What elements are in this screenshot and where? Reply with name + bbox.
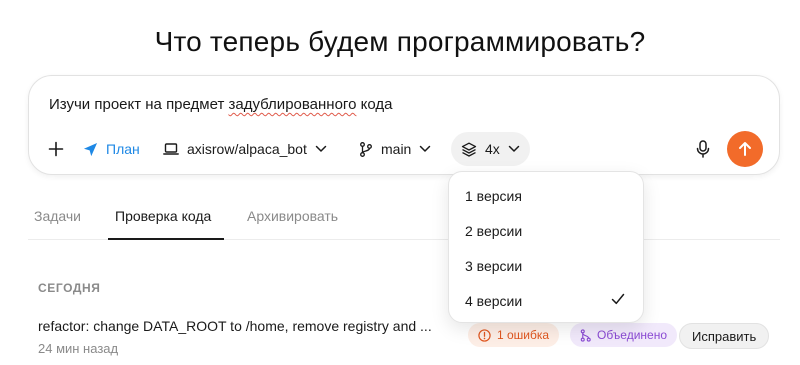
chevron-down-icon [508, 145, 520, 153]
active-tab-indicator [108, 238, 224, 240]
checkmark-icon [611, 293, 625, 305]
task-title[interactable]: refactor: change DATA_ROOT to /home, rem… [38, 318, 432, 334]
task-list-item[interactable]: refactor: change DATA_ROOT to /home, rem… [28, 310, 780, 360]
prompt-misspelled-word: задублированного [228, 96, 357, 113]
prompt-text-end: кода [356, 96, 393, 113]
prompt-composer: Изучи проект на предмет задублированного… [28, 75, 780, 175]
branch-icon [359, 141, 373, 157]
merged-badge-label: Объединено [597, 328, 668, 342]
merged-badge: Объединено [570, 323, 678, 347]
versions-label: 4x [485, 141, 500, 157]
version-option-1[interactable]: 1 версия [449, 178, 643, 213]
version-option-2[interactable]: 2 версии [449, 213, 643, 248]
merge-icon [580, 328, 591, 342]
chevron-down-icon [315, 145, 327, 153]
plan-label: План [106, 141, 140, 157]
tab-tasks[interactable]: Задачи [34, 208, 81, 224]
composer-toolbar: План axisrow/alpaca_bot main 4x [29, 131, 779, 167]
microphone-icon [696, 140, 710, 158]
fix-button[interactable]: Исправить [679, 323, 770, 349]
version-option-4[interactable]: 4 версии [449, 283, 643, 318]
prompt-text-start: Изучи проект на предмет [49, 96, 229, 113]
version-option-label: 1 версия [465, 187, 522, 204]
send-button[interactable] [727, 131, 763, 167]
repo-selector[interactable]: axisrow/alpaca_bot [163, 132, 327, 166]
versions-selector[interactable]: 4x [451, 132, 530, 166]
version-option-3[interactable]: 3 версии [449, 248, 643, 283]
arrow-up-icon [737, 141, 753, 157]
version-option-label: 2 версии [465, 222, 523, 239]
tab-archive[interactable]: Архивировать [247, 208, 338, 224]
plan-mode-button[interactable]: План [83, 132, 140, 166]
plan-arrow-icon [83, 142, 98, 157]
version-option-label: 3 версии [465, 257, 523, 274]
versions-dropdown-menu: 1 версия 2 версии 3 версии 4 версии [448, 171, 644, 323]
page-title: Что теперь будем программировать? [154, 26, 646, 57]
layers-icon [461, 142, 477, 157]
laptop-icon [163, 142, 179, 156]
chevron-down-icon [419, 145, 431, 153]
tab-code-review[interactable]: Проверка кода [115, 208, 211, 224]
section-header-today: СЕГОДНЯ [38, 281, 101, 295]
plus-icon [48, 141, 64, 157]
repo-label: axisrow/alpaca_bot [187, 141, 307, 157]
info-circle-icon [478, 328, 491, 342]
branch-label: main [381, 141, 412, 157]
add-attachment-button[interactable] [45, 132, 67, 166]
voice-input-button[interactable] [691, 132, 715, 166]
prompt-input[interactable]: Изучи проект на предмет задублированного… [49, 96, 392, 113]
branch-selector[interactable]: main [359, 132, 431, 166]
tab-bar: Задачи Проверка кода Архивировать [28, 196, 780, 240]
error-badge-label: 1 ошибка [497, 328, 550, 342]
version-option-label: 4 версии [465, 292, 523, 309]
task-timestamp: 24 мин назад [38, 341, 119, 356]
error-badge: 1 ошибка [468, 323, 560, 347]
